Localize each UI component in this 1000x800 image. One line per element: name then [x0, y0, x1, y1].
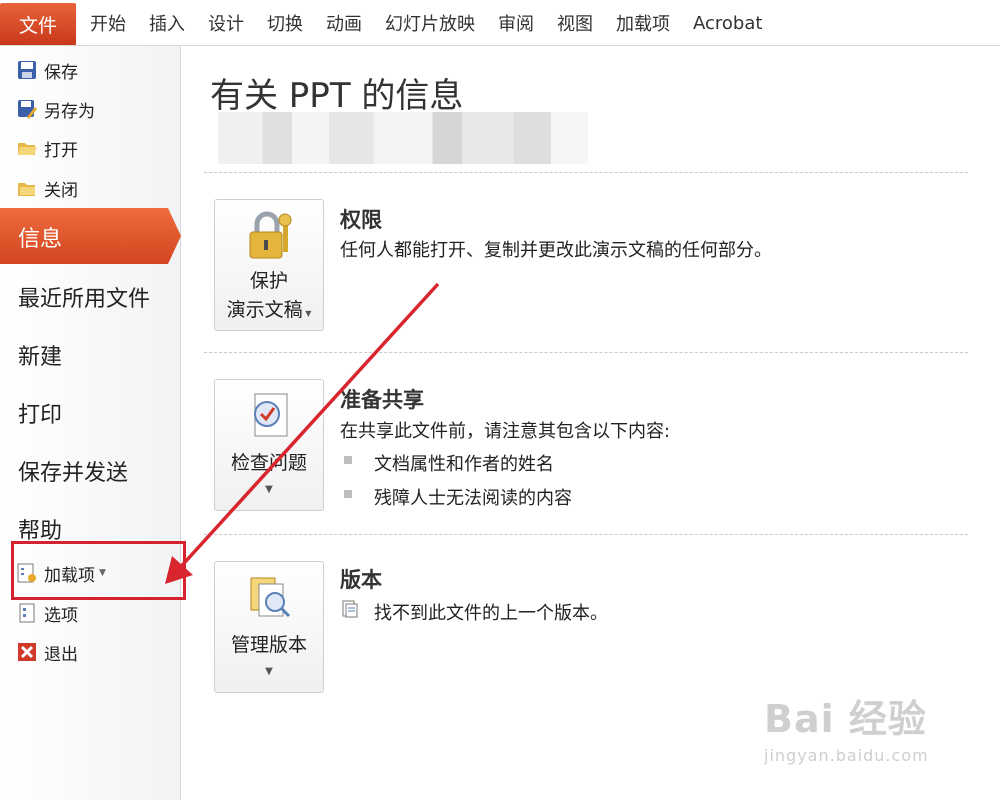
chevron-down-icon: ▼ — [265, 484, 273, 495]
divider — [204, 534, 968, 535]
bullet — [344, 490, 352, 498]
blurred-file-path — [218, 112, 588, 164]
nav-options-label: 选项 — [44, 605, 78, 626]
versions-text: 找不到此文件的上一个版本。 — [374, 603, 608, 624]
ribbon-tabs: 开始 插入 设计 切换 动画 幻灯片放映 审阅 视图 加载项 Acrobat — [90, 0, 785, 46]
lock-key-icon — [245, 210, 295, 262]
nav-print[interactable]: 打印 — [18, 397, 62, 429]
nav-info-label: 信息 — [18, 227, 63, 252]
tab-review[interactable]: 审阅 — [498, 10, 534, 36]
nav-exit-label: 退出 — [44, 644, 78, 665]
manage-versions-button[interactable]: 管理版本 ▼ — [214, 561, 324, 693]
watermark-brand: Bai 经验 — [764, 697, 927, 741]
nav-save-label: 保存 — [44, 62, 78, 83]
protect-button-line1: 保护 — [249, 270, 288, 292]
nav-open[interactable]: 打开 — [16, 133, 78, 163]
options-highlight-box — [11, 541, 186, 600]
page-title: 有关 PPT 的信息 — [210, 76, 464, 116]
tab-addins[interactable]: 加载项 — [616, 10, 670, 36]
ribbon-tab-bar: 文件 开始 插入 设计 切换 动画 幻灯片放映 审阅 视图 加载项 Acroba… — [0, 0, 1000, 46]
tab-slideshow[interactable]: 幻灯片放映 — [385, 10, 475, 36]
versions-icon — [245, 572, 295, 624]
protect-button-line2: 演示文稿 ▼ — [215, 297, 323, 327]
prepare-bullet-2: 残障人士无法阅读的内容 — [374, 488, 572, 509]
options-icon — [16, 602, 38, 624]
prepare-text: 在共享此文件前，请注意其包含以下内容: — [340, 421, 671, 442]
nav-open-label: 打开 — [44, 140, 78, 161]
save-as-icon — [16, 98, 38, 120]
protect-button-line2-text: 演示文稿 — [226, 299, 303, 321]
tab-acrobat[interactable]: Acrobat — [693, 13, 762, 34]
tab-design[interactable]: 设计 — [208, 10, 244, 36]
watermark-url: jingyan.baidu.com — [764, 746, 929, 765]
nav-save-send[interactable]: 保存并发送 — [18, 455, 128, 487]
nav-new[interactable]: 新建 — [18, 339, 62, 371]
backstage-nav: 保存 另存为 打开 关闭 信息 最近所用文件 新建 打印 保存并发送 帮助 加载… — [0, 46, 181, 800]
document-version-icon — [342, 600, 358, 618]
bullet — [344, 456, 352, 464]
nav-save-as[interactable]: 另存为 — [16, 94, 95, 124]
nav-options[interactable]: 选项 — [16, 598, 78, 628]
prepare-bullet-1: 文档属性和作者的姓名 — [374, 454, 554, 475]
divider — [204, 172, 968, 173]
tab-view[interactable]: 视图 — [557, 10, 593, 36]
save-icon — [16, 59, 38, 81]
check-issues-label: 检查问题 — [230, 452, 307, 474]
nav-save[interactable]: 保存 — [16, 55, 78, 85]
nav-recent[interactable]: 最近所用文件 — [18, 281, 150, 313]
open-folder-icon — [16, 137, 38, 159]
divider — [204, 352, 968, 353]
inspect-document-icon — [245, 390, 295, 442]
chevron-down-icon: ▼ — [265, 666, 273, 677]
info-pane: 有关 PPT 的信息 保护 演示文稿 ▼ 权限 任何人都能打开、复制并更改此演示… — [182, 46, 1000, 800]
tab-insert[interactable]: 插入 — [149, 10, 185, 36]
chevron-down-icon: ▼ — [302, 309, 312, 318]
nav-exit[interactable]: 退出 — [16, 637, 78, 667]
close-folder-icon — [16, 177, 38, 199]
tab-animations[interactable]: 动画 — [326, 10, 362, 36]
protect-presentation-button[interactable]: 保护 演示文稿 ▼ — [214, 199, 324, 331]
prepare-title: 准备共享 — [340, 388, 424, 412]
tab-file[interactable]: 文件 — [0, 3, 76, 45]
versions-title: 版本 — [340, 568, 382, 592]
nav-close-label: 关闭 — [44, 180, 78, 201]
tab-transitions[interactable]: 切换 — [267, 10, 303, 36]
permissions-title: 权限 — [340, 208, 382, 232]
check-issues-button[interactable]: 检查问题 ▼ — [214, 379, 324, 511]
manage-versions-label: 管理版本 — [230, 634, 307, 656]
permissions-text: 任何人都能打开、复制并更改此演示文稿的任何部分。 — [340, 240, 772, 261]
nav-info[interactable]: 信息 — [0, 208, 181, 264]
exit-icon — [16, 641, 38, 663]
tab-home[interactable]: 开始 — [90, 10, 126, 36]
baidu-watermark: Bai 经验 jingyan.baidu.com — [764, 688, 954, 788]
nav-close[interactable]: 关闭 — [16, 173, 78, 203]
nav-save-as-label: 另存为 — [44, 101, 95, 122]
